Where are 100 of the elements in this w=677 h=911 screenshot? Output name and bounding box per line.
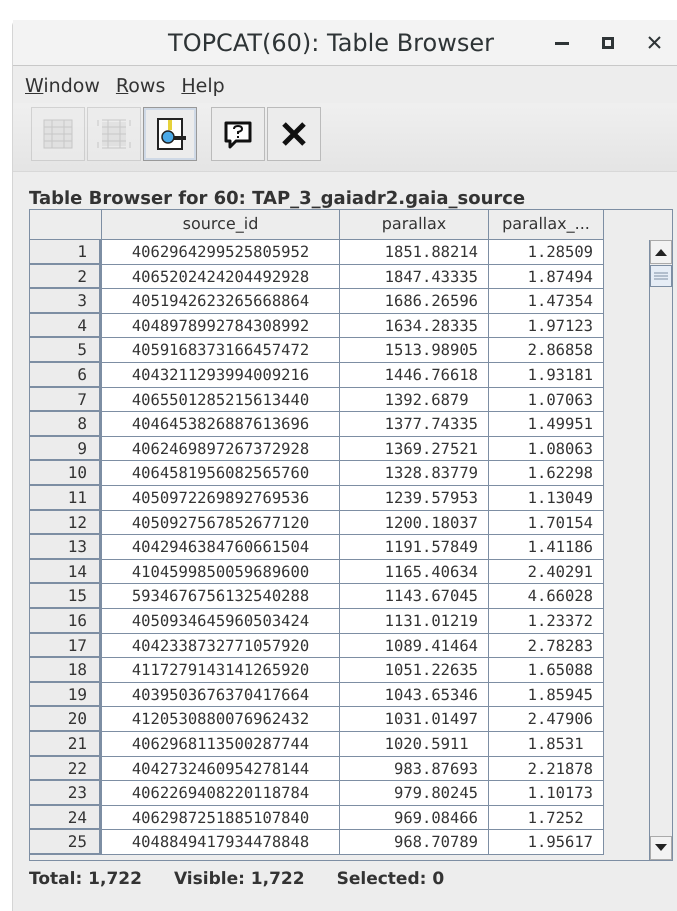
row-number[interactable]: 23 — [30, 781, 102, 806]
table-cell: 4062987251885107840 — [102, 806, 340, 830]
toolbar-button[interactable] — [211, 106, 265, 160]
row-number[interactable]: 15 — [30, 584, 102, 609]
toolbar-button[interactable] — [267, 106, 321, 160]
table-cell: 1377.74335 — [340, 412, 489, 437]
table-cell: 1043.65346 — [340, 682, 489, 708]
row-number[interactable]: 4 — [30, 314, 102, 338]
table-cell: 1020.5911 — [340, 732, 489, 757]
row-number[interactable]: 22 — [30, 756, 102, 782]
scroll-down-icon[interactable] — [655, 844, 667, 852]
table-cell: 1.65088 — [489, 658, 604, 683]
table-cell: 1.70154 — [489, 510, 604, 536]
row-number[interactable]: 14 — [30, 560, 102, 584]
table-cell: 1.23372 — [489, 609, 604, 634]
menu-item[interactable]: Help — [173, 70, 233, 102]
table-cell: 4051942623265668864 — [102, 289, 340, 314]
table-cell: 4039503676370417664 — [102, 682, 340, 708]
table-cell: 1513.98905 — [340, 338, 489, 364]
row-number[interactable]: 10 — [30, 461, 102, 486]
row-number[interactable]: 1 — [30, 240, 102, 265]
row-number[interactable]: 19 — [30, 682, 102, 708]
table-cell: 1686.26596 — [340, 289, 489, 314]
row-number[interactable]: 16 — [30, 609, 102, 634]
row-number[interactable]: 9 — [30, 436, 102, 462]
row-number[interactable]: 18 — [30, 658, 102, 683]
table-cell: 1847.43335 — [340, 264, 489, 290]
table-cell: 4104599850059689600 — [102, 560, 340, 584]
table-cell: 1200.18037 — [340, 510, 489, 536]
table-cell: 1392.6879 — [340, 388, 489, 412]
table-cell: 1.7252 — [489, 806, 604, 830]
panel-title: Table Browser for 60: TAP_3_gaiadr2.gaia_source — [28, 186, 526, 210]
row-number[interactable]: 17 — [30, 634, 102, 658]
table-cell: 2.47906 — [489, 707, 604, 732]
close-icon[interactable] — [648, 36, 660, 49]
row-number[interactable]: 12 — [30, 510, 102, 536]
status-text: Total: 1,722 — [29, 868, 142, 892]
table-cell: 1.8531 — [489, 732, 604, 757]
row-number[interactable]: 13 — [30, 535, 102, 560]
table-cell: 4120530880076962432 — [102, 707, 340, 732]
table-cell: 1.62298 — [489, 461, 604, 486]
table-cell: 1165.40634 — [340, 560, 489, 584]
row-number[interactable]: 6 — [30, 363, 102, 388]
table-cell: 4065501285215613440 — [102, 388, 340, 412]
row-number[interactable]: 24 — [30, 806, 102, 830]
table-cell: 1.85945 — [489, 682, 604, 708]
column-header[interactable]: parallax — [340, 210, 489, 240]
menu-item[interactable]: Rows — [108, 70, 174, 102]
table-cell: 4042732460954278144 — [102, 756, 340, 782]
table-cell: 1851.88214 — [340, 240, 489, 265]
table-cell: 4050934645960503424 — [102, 609, 340, 634]
table-cell: 1.08063 — [489, 436, 604, 462]
toolbar-button[interactable] — [143, 106, 197, 160]
table-cell: 4048849417934478848 — [102, 830, 340, 855]
table-cell: 4050927567852677120 — [102, 510, 340, 536]
table-cell: 2.21878 — [489, 756, 604, 782]
column-header[interactable]: parallax_... — [489, 210, 604, 240]
table-cell: 979.80245 — [340, 781, 489, 806]
table-cell: 1191.57849 — [340, 535, 489, 560]
table-cell: 1143.67045 — [340, 584, 489, 609]
maximize-icon[interactable] — [602, 36, 614, 48]
table-cell: 968.70789 — [340, 830, 489, 855]
column-header[interactable]: source_id — [102, 210, 340, 240]
row-number[interactable]: 11 — [30, 486, 102, 511]
row-number[interactable]: 3 — [30, 289, 102, 314]
table-cell: 1446.76618 — [340, 363, 489, 388]
table-cell: 1.49951 — [489, 412, 604, 437]
scroll-up-icon[interactable] — [655, 248, 667, 256]
scroll-thumb[interactable] — [650, 265, 672, 288]
row-number[interactable]: 2 — [30, 264, 102, 290]
table-cell: 4042946384760661504 — [102, 535, 340, 560]
row-number[interactable]: 25 — [30, 830, 102, 855]
row-number[interactable]: 7 — [30, 388, 102, 412]
minimize-icon[interactable] — [555, 40, 569, 44]
window-title: TOPCAT(60): Table Browser — [167, 28, 495, 58]
table-cell: 2.78283 — [489, 634, 604, 658]
table-cell: 1634.28335 — [340, 314, 489, 338]
table-cell: 4062964299525805952 — [102, 240, 340, 265]
table-cell: 1.95617 — [489, 830, 604, 855]
row-number[interactable]: 5 — [30, 338, 102, 364]
table-cell: 1.07063 — [489, 388, 604, 412]
table-cell: 4062968113500287744 — [102, 732, 340, 757]
table-cell: 1239.57953 — [340, 486, 489, 511]
table-cell: 1051.22635 — [340, 658, 489, 683]
table-cell: 4050972269892769536 — [102, 486, 340, 511]
table-cell: 1.87494 — [489, 264, 604, 290]
table-cell: 4046453826887613696 — [102, 412, 340, 437]
table-cell: 1089.41464 — [340, 634, 489, 658]
menu-item[interactable]: Window — [17, 70, 108, 102]
table-cell: 5934676756132540288 — [102, 584, 340, 609]
row-number[interactable]: 20 — [30, 707, 102, 732]
scrollbar[interactable] — [649, 240, 672, 860]
table-cell: 4117279143141265920 — [102, 658, 340, 683]
row-number[interactable]: 21 — [30, 732, 102, 757]
table-cell: 4048978992784308992 — [102, 314, 340, 338]
table-cell: 1369.27521 — [340, 436, 489, 462]
row-number[interactable]: 8 — [30, 412, 102, 437]
table-cell: 1.93181 — [489, 363, 604, 388]
table-cell: 4042338732771057920 — [102, 634, 340, 658]
table-cell: 2.86858 — [489, 338, 604, 364]
